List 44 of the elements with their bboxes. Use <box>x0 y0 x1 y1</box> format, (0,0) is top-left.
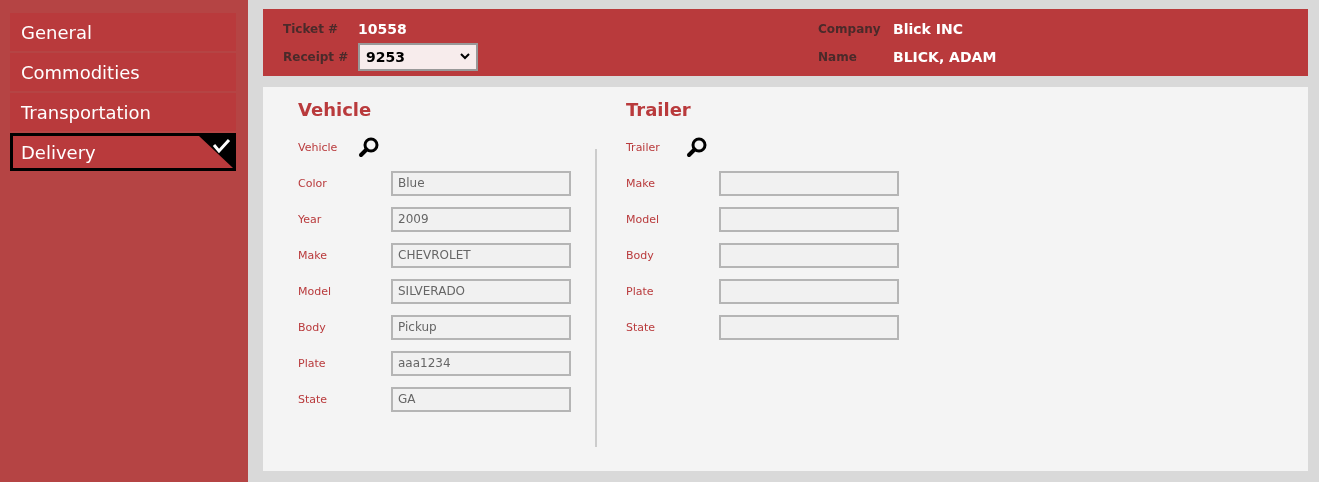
chevron-down-icon <box>460 53 470 60</box>
field-label: Model <box>626 212 661 226</box>
input-field[interactable]: Pickup <box>391 314 571 340</box>
sidebar-item[interactable]: Transportation <box>10 93 236 131</box>
sidebar-item[interactable]: Commodities <box>10 53 236 91</box>
search-icon[interactable] <box>358 136 380 158</box>
checkmark-icon <box>199 136 233 168</box>
section-title: Vehicle <box>298 99 373 122</box>
field-label: Body <box>298 320 327 334</box>
field-label: Year <box>298 212 323 226</box>
input-field[interactable] <box>719 206 899 232</box>
section-title: Trailer <box>626 99 692 122</box>
field-label: Plate <box>626 284 655 298</box>
field-label: Vehicle <box>298 140 339 154</box>
sidebar-item[interactable]: Delivery <box>10 133 236 171</box>
name-value: BLICK, ADAM <box>893 48 998 65</box>
field-label: Body <box>626 248 655 262</box>
input-field[interactable] <box>719 314 899 340</box>
ticket-number: 10558 <box>358 20 408 37</box>
input-field[interactable] <box>719 242 899 268</box>
input-field[interactable] <box>719 170 899 196</box>
field-label: Make <box>626 176 656 190</box>
input-field[interactable]: SILVERADO <box>391 278 571 304</box>
input-field[interactable]: aaa1234 <box>391 350 571 376</box>
field-label: Trailer <box>626 140 661 154</box>
sidebar-item[interactable]: General <box>10 13 236 51</box>
name-label: Name <box>818 49 858 64</box>
receipt-label: Receipt # <box>283 49 350 64</box>
company-label: Company <box>818 21 882 36</box>
field-label: Make <box>298 248 328 262</box>
field-label: Color <box>298 176 328 190</box>
search-icon[interactable] <box>686 136 708 158</box>
field-label: Plate <box>298 356 327 370</box>
input-field[interactable]: GA <box>391 386 571 412</box>
field-label: Model <box>298 284 333 298</box>
input-field[interactable]: 2009 <box>391 206 571 232</box>
field-label: State <box>298 392 329 406</box>
input-field[interactable]: CHEVROLET <box>391 242 571 268</box>
field-label: State <box>626 320 657 334</box>
ticket-label: Ticket # <box>283 21 340 36</box>
company-value: Blick INC <box>893 20 964 37</box>
input-field[interactable]: Blue <box>391 170 571 196</box>
input-field[interactable] <box>719 278 899 304</box>
receipt-select[interactable]: 9253 <box>358 42 478 71</box>
